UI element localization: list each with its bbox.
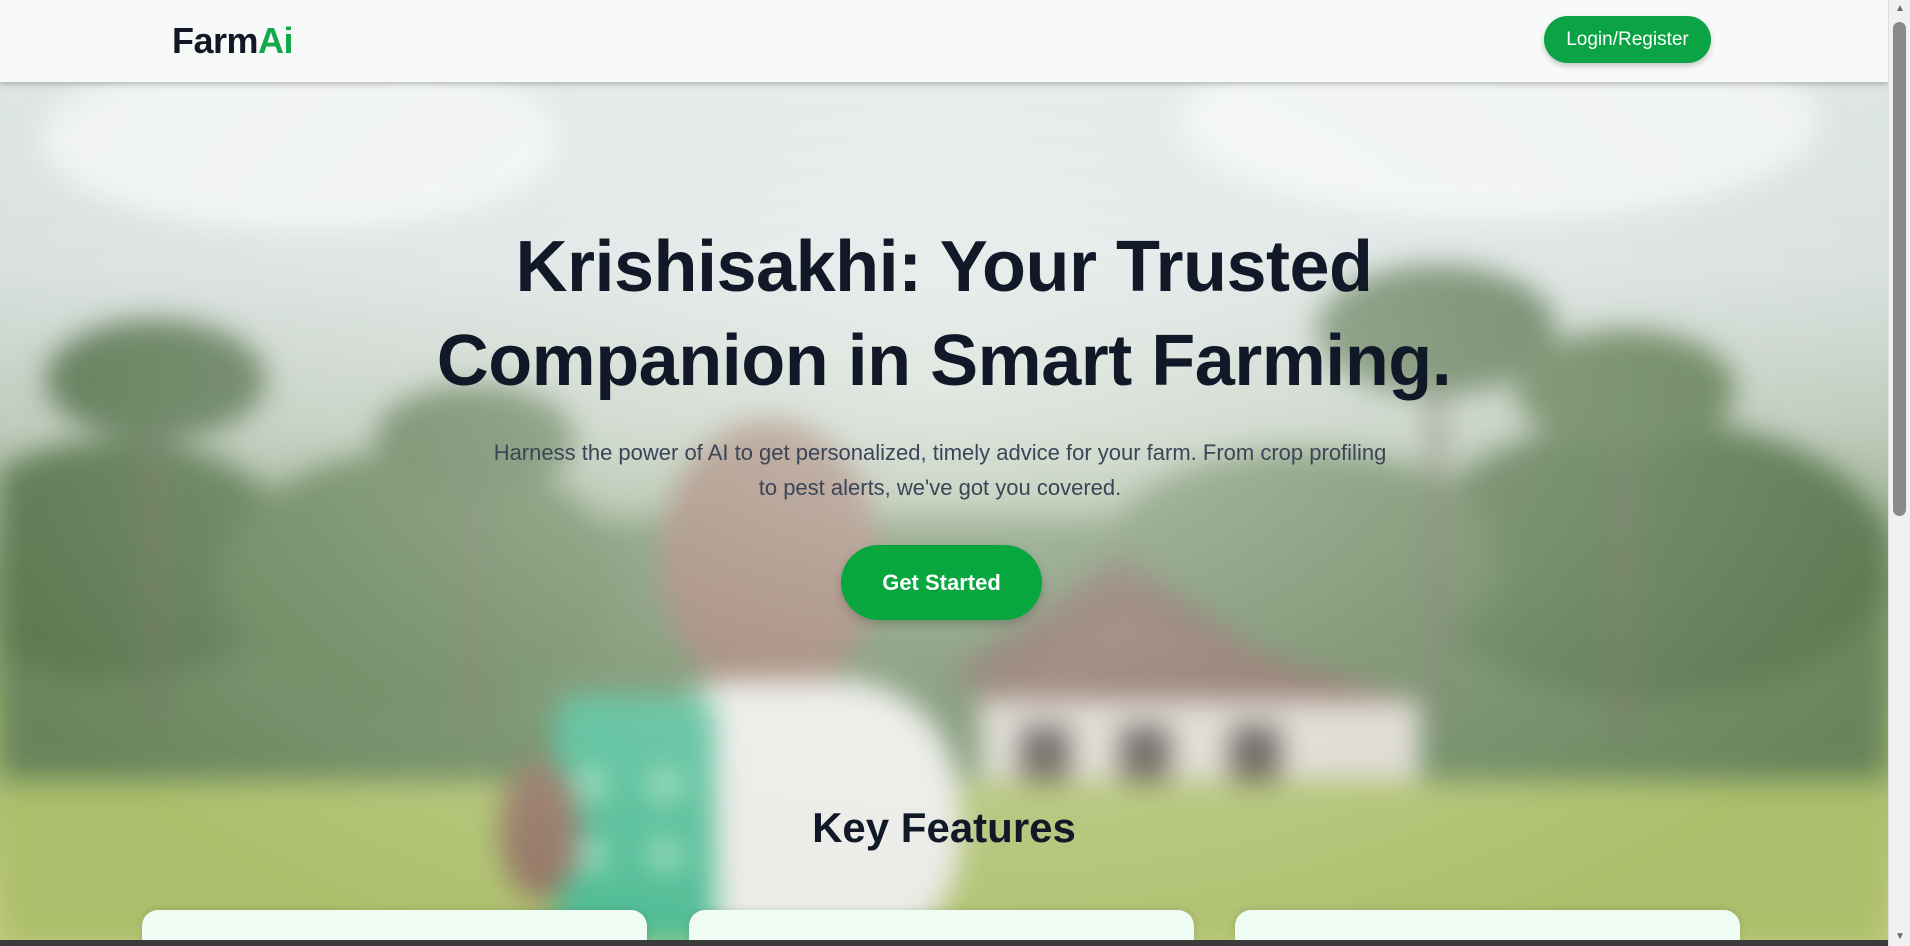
hero-subtitle-line-1: Harness the power of AI to get personali… bbox=[493, 440, 1387, 465]
brand-text-accent: Ai bbox=[258, 20, 294, 61]
hero-title-line-1: Krishisakhi: Your Trusted bbox=[515, 227, 1373, 307]
hero-title-line-2: Companion in Smart Farming. bbox=[436, 321, 1452, 401]
hero-subtitle-line-2: to pest alerts, we've got you covered. bbox=[758, 475, 1122, 500]
brand-logo[interactable]: FarmAi bbox=[172, 20, 294, 62]
scrollbar-thumb[interactable] bbox=[1893, 22, 1906, 516]
vertical-scrollbar[interactable]: ▲ ▼ bbox=[1888, 0, 1910, 946]
get-started-button[interactable]: Get Started bbox=[841, 545, 1042, 620]
top-navbar: FarmAi Login/Register bbox=[0, 0, 1888, 82]
scroll-up-arrow-icon[interactable]: ▲ bbox=[1889, 0, 1910, 18]
login-register-button[interactable]: Login/Register bbox=[1544, 16, 1711, 63]
page-viewport: FarmAi Login/Register Krishisakhi: Your … bbox=[0, 0, 1888, 946]
key-features-heading: Key Features bbox=[812, 804, 1076, 851]
window-bottom-edge bbox=[0, 940, 1888, 946]
brand-text-primary: Farm bbox=[172, 20, 259, 61]
scroll-down-arrow-icon[interactable]: ▼ bbox=[1889, 928, 1910, 946]
hero-subtitle: Harness the power of AI to get personali… bbox=[460, 435, 1420, 505]
hero-title: Krishisakhi: Your Trusted Companion in S… bbox=[344, 220, 1544, 408]
